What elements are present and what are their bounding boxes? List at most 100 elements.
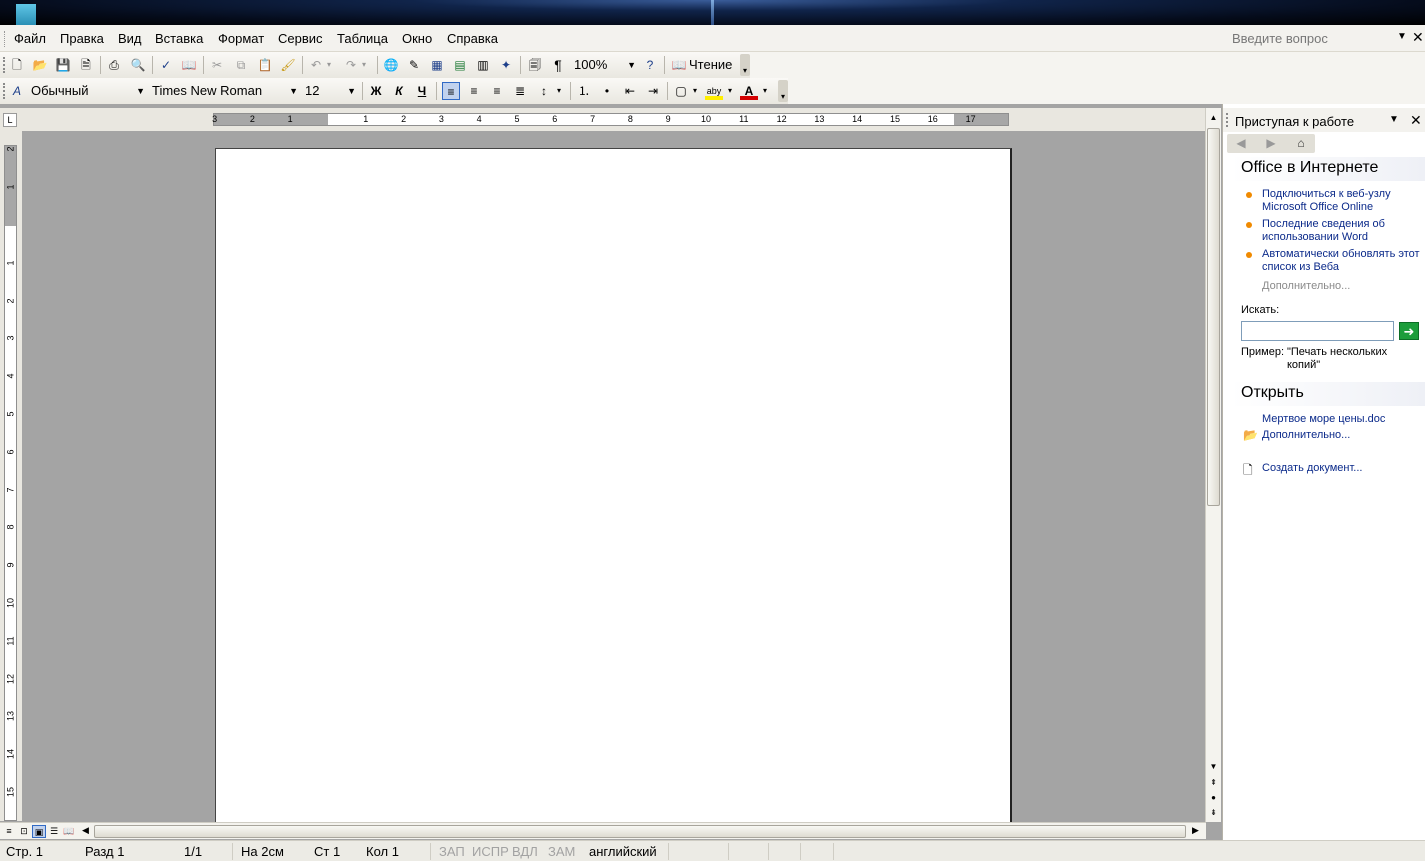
font-color-icon[interactable]: A <box>740 82 758 100</box>
bold-button[interactable]: Ж <box>367 82 385 100</box>
menu-edit[interactable]: Правка <box>60 31 104 46</box>
save-icon[interactable]: 💾 <box>54 56 72 74</box>
menu-tools[interactable]: Сервис <box>278 31 323 46</box>
vertical-ruler[interactable]: 2 1 1 2 3 4 5 6 7 8 9 10 11 12 13 14 15 <box>4 145 17 821</box>
link-auto-update[interactable]: Автоматически обновлять этот список из В… <box>1262 248 1422 274</box>
style-dropdown-icon[interactable]: ▼ <box>136 81 145 101</box>
scroll-down-icon[interactable]: ▼ <box>1206 762 1221 771</box>
next-page-icon[interactable]: ⇟ <box>1206 808 1221 817</box>
document-page[interactable] <box>215 148 1012 822</box>
font-color-dropdown-icon[interactable]: ▾ <box>760 82 770 100</box>
toolbar-options-icon[interactable]: ▾ <box>778 80 788 102</box>
document-map-icon[interactable]: 🗐 <box>526 56 544 74</box>
insert-excel-icon[interactable]: ▤ <box>451 56 469 74</box>
help-dropdown-icon[interactable]: ▼ <box>1397 31 1407 42</box>
scroll-right-icon[interactable]: ▶ <box>1192 825 1199 836</box>
open-more-link[interactable]: Дополнительно... <box>1262 429 1422 442</box>
status-extend-selection[interactable]: ВДЛ <box>512 844 538 859</box>
undo-icon[interactable]: ↶ <box>307 56 325 74</box>
font-dropdown-icon[interactable]: ▼ <box>289 81 298 101</box>
font-size-combo[interactable]: 12 ▼ <box>303 81 358 101</box>
borders-icon[interactable]: ▢ <box>672 82 690 100</box>
horizontal-scroll-thumb[interactable] <box>94 825 1186 838</box>
zoom-dropdown-icon[interactable]: ▼ <box>627 55 636 75</box>
scroll-left-icon[interactable]: ◀ <box>82 825 89 836</box>
font-size-dropdown-icon[interactable]: ▼ <box>347 81 356 101</box>
borders-dropdown-icon[interactable]: ▾ <box>690 82 700 100</box>
task-pane-menu-icon[interactable]: ▼ <box>1389 114 1399 125</box>
recent-file-link[interactable]: Мертвое море цены.doc <box>1262 413 1422 426</box>
status-overtype[interactable]: ЗАМ <box>548 844 575 859</box>
style-combo[interactable]: Обычный ▼ <box>29 81 147 101</box>
open-folder-icon[interactable]: 📂 <box>31 56 49 74</box>
task-pane-close-icon[interactable]: ✕ <box>1410 112 1422 129</box>
back-icon[interactable]: ◀ <box>1229 135 1253 152</box>
reading-layout-icon[interactable]: 📖 <box>670 56 688 74</box>
increase-indent-icon[interactable]: ⇥ <box>644 82 662 100</box>
print-layout-icon[interactable]: ▣ <box>32 825 46 838</box>
align-center-icon[interactable]: ≡ <box>465 82 483 100</box>
menu-format[interactable]: Формат <box>218 31 264 46</box>
insert-table-icon[interactable]: ▦ <box>428 56 446 74</box>
task-pane-grip[interactable] <box>1226 113 1229 127</box>
font-combo[interactable]: Times New Roman ▼ <box>150 81 300 101</box>
vertical-scrollbar[interactable]: ▲ ▼ ⇞ ● ⇟ <box>1205 108 1221 822</box>
redo-icon[interactable]: ↷ <box>342 56 360 74</box>
bullets-icon[interactable]: • <box>598 82 616 100</box>
tab-stop-selector[interactable]: L <box>3 113 17 127</box>
highlight-dropdown-icon[interactable]: ▾ <box>725 82 735 100</box>
paste-icon[interactable]: 📋 <box>256 56 274 74</box>
print-icon[interactable]: ⎙ <box>105 56 123 74</box>
format-painter-icon[interactable]: 🖌 <box>279 56 297 74</box>
link-latest-news[interactable]: Последние сведения об использовании Word <box>1262 218 1422 244</box>
scroll-up-icon[interactable]: ▲ <box>1206 113 1221 122</box>
align-left-icon[interactable]: ≡ <box>442 82 460 100</box>
task-pane-title[interactable]: Приступая к работе <box>1235 114 1354 129</box>
menu-file[interactable]: Файл <box>14 31 46 46</box>
select-browse-object-icon[interactable]: ● <box>1206 793 1221 802</box>
drawing-icon[interactable]: ✦ <box>497 56 515 74</box>
undo-dropdown-icon[interactable]: ▾ <box>324 56 334 74</box>
show-formatting-icon[interactable]: ¶ <box>549 56 567 74</box>
normal-view-icon[interactable]: ≡ <box>2 825 16 838</box>
decrease-indent-icon[interactable]: ⇤ <box>621 82 639 100</box>
line-spacing-icon[interactable]: ↕ <box>535 82 553 100</box>
word-app-icon[interactable] <box>16 4 36 25</box>
highlight-icon[interactable]: aby <box>705 82 723 100</box>
status-record-macro[interactable]: ЗАП <box>439 844 465 859</box>
home-icon[interactable]: ⌂ <box>1289 135 1313 152</box>
status-language[interactable]: английский <box>589 844 657 859</box>
search-input[interactable] <box>1241 321 1394 341</box>
line-spacing-dropdown-icon[interactable]: ▾ <box>554 82 564 100</box>
cut-icon[interactable]: ✂ <box>208 56 226 74</box>
align-right-icon[interactable]: ≡ <box>488 82 506 100</box>
tables-borders-icon[interactable]: ✎ <box>405 56 423 74</box>
menu-window[interactable]: Окно <box>402 31 432 46</box>
research-icon[interactable]: 📖 <box>180 56 198 74</box>
horizontal-scrollbar[interactable]: ≡ ⊡ ▣ ☰ 📖 ◀ ▶ <box>0 822 1206 839</box>
styles-pane-icon[interactable]: A <box>8 82 26 100</box>
new-document-icon[interactable]: 🗋 <box>8 56 26 74</box>
columns-icon[interactable]: ▥ <box>474 56 492 74</box>
menu-view[interactable]: Вид <box>118 31 142 46</box>
link-office-online[interactable]: Подключиться к веб-узлу Microsoft Office… <box>1262 188 1422 214</box>
reading-button-label[interactable]: Чтение <box>689 56 732 74</box>
toolbar-grip[interactable] <box>3 57 6 73</box>
help-icon[interactable]: ? <box>641 56 659 74</box>
previous-page-icon[interactable]: ⇞ <box>1206 778 1221 787</box>
redo-dropdown-icon[interactable]: ▾ <box>359 56 369 74</box>
menu-help[interactable]: Справка <box>447 31 498 46</box>
outline-view-icon[interactable]: ☰ <box>47 825 61 838</box>
horizontal-ruler[interactable]: 3 2 1 1 2 3 4 5 6 7 8 9 10 11 12 13 14 15 16 17 <box>212 113 1009 126</box>
reading-view-icon[interactable]: 📖 <box>62 825 76 838</box>
copy-icon[interactable]: ⧉ <box>232 56 250 74</box>
more-link[interactable]: Дополнительно... <box>1262 280 1350 292</box>
document-close-icon[interactable]: ✕ <box>1412 29 1424 46</box>
create-document-link[interactable]: Создать документ... <box>1262 462 1422 475</box>
menu-insert[interactable]: Вставка <box>155 31 203 46</box>
italic-button[interactable]: К <box>390 82 408 100</box>
toolbar-options-icon[interactable]: ▾ <box>740 54 750 76</box>
print-preview-icon[interactable]: 🔍 <box>129 56 147 74</box>
menu-table[interactable]: Таблица <box>337 31 388 46</box>
underline-button[interactable]: Ч <box>413 82 431 100</box>
